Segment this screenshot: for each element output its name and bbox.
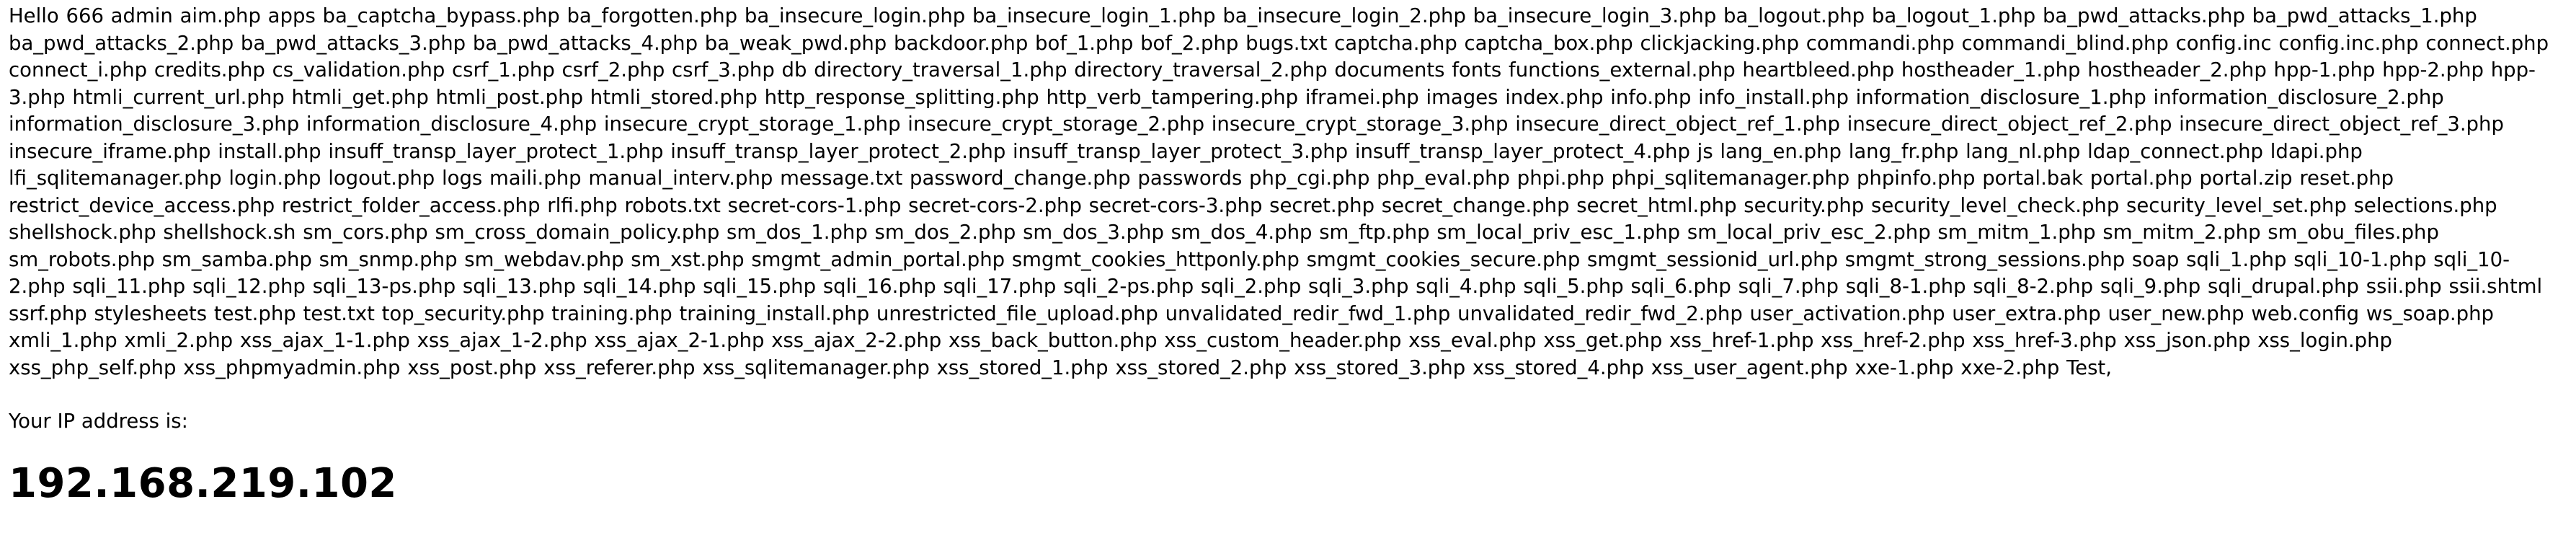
ip-address-label: Your IP address is: [9,410,188,433]
page-body: Hello 666 admin aim.php apps ba_captcha_… [9,3,2569,538]
file-listing-text: Hello 666 admin aim.php apps ba_captcha_… [9,4,2549,379]
ip-address-value: 192.168.219.102 [9,460,397,507]
